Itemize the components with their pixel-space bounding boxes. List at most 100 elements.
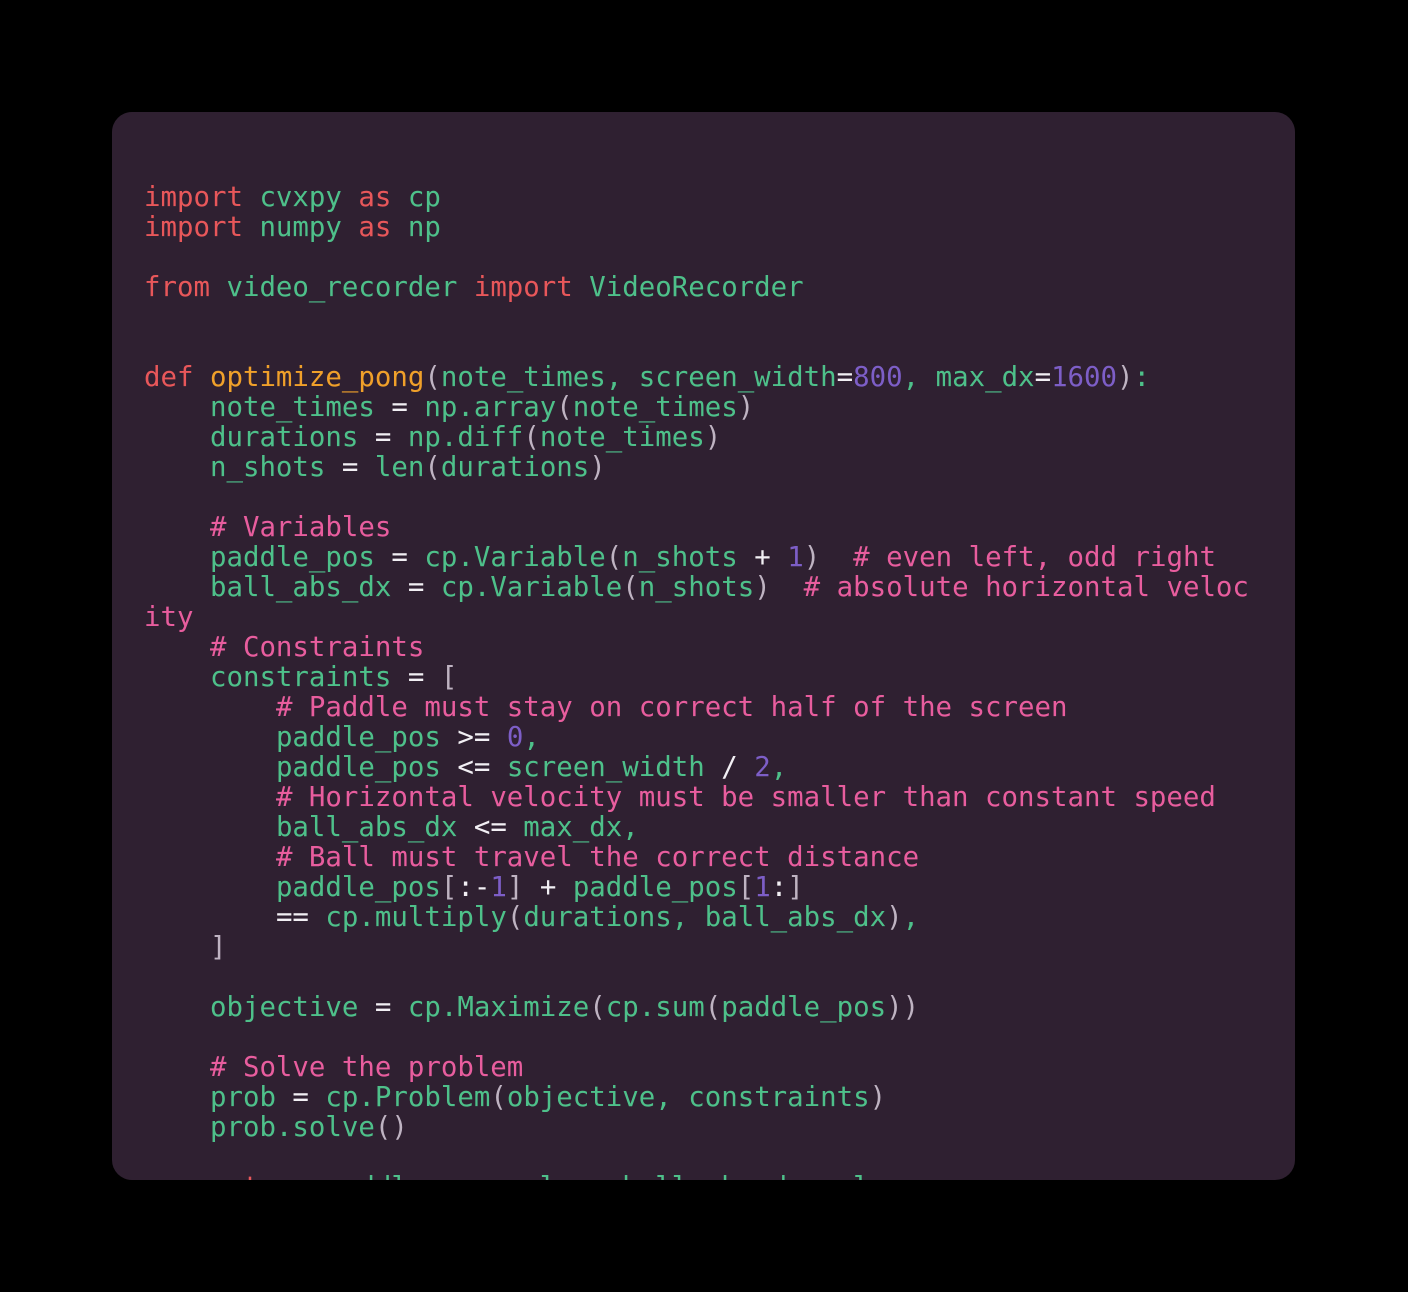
code-line: # Paddle must stay on correct half of th… — [144, 693, 1264, 723]
python-code-block[interactable]: import cvxpy as cp import numpy as np fr… — [144, 183, 1264, 1180]
code-token-brk: [ — [440, 872, 458, 904]
code-token-brk: ) — [754, 572, 771, 604]
code-token-num: 1 — [754, 872, 771, 904]
code-token-kw: as — [358, 182, 392, 214]
code-token-brk: ) — [1117, 362, 1134, 394]
code-token-kw: import — [473, 272, 573, 304]
code-token-pun: , — [902, 362, 936, 394]
code-line: import cvxpy as cp — [144, 183, 1264, 213]
code-token-id: prob — [144, 1082, 293, 1114]
code-token-id: note_times — [144, 392, 392, 424]
code-line: # Ball must travel the correct distance — [144, 843, 1264, 873]
code-token-op: = — [391, 392, 408, 424]
code-line: ball_abs_dx <= max_dx, — [144, 813, 1264, 843]
code-token-brk: ] — [506, 872, 524, 904]
code-token-pun: , — [671, 902, 705, 934]
code-token-brk: ) — [803, 542, 821, 574]
code-token-com: # even left, odd right — [820, 542, 1216, 574]
code-token-pun: : — [1133, 362, 1151, 394]
code-token-kw: import — [144, 212, 243, 244]
code-token-op: / — [721, 752, 738, 784]
code-token-kw: return — [144, 1172, 309, 1180]
code-line: return paddle_pos.value, ball_abs_dx.val… — [144, 1173, 1264, 1180]
code-token-fn: optimize_pong — [193, 362, 425, 394]
code-token-id: max_dx — [935, 362, 1035, 394]
code-token-op: = — [374, 992, 392, 1024]
code-token-brk: )) — [886, 992, 920, 1024]
code-token-brk: ( — [704, 992, 722, 1024]
code-token-id: np.diff — [391, 422, 524, 454]
code-token-op: = — [341, 452, 359, 484]
code-token-pun: , — [902, 902, 920, 934]
code-line: ] — [144, 933, 1264, 963]
code-token-op: == — [144, 902, 309, 934]
code-line: # Horizontal velocity must be smaller th… — [144, 783, 1264, 813]
code-token-id: video_recorder — [209, 272, 474, 304]
code-token-id: np.array — [407, 392, 557, 424]
code-token-op: = — [292, 1082, 309, 1114]
code-line: prob.solve() — [144, 1113, 1264, 1143]
code-token-id: ball_abs_dx — [144, 572, 408, 604]
code-line: durations = np.diff(note_times) — [144, 423, 1264, 453]
code-token-pun: , — [523, 722, 540, 754]
code-token-brk: ( — [506, 902, 524, 934]
code-token-op: = — [407, 662, 425, 694]
code-token-brk: ( — [424, 452, 441, 484]
code-token-op: = — [391, 542, 408, 574]
code-token-id: paddle_pos — [572, 872, 738, 904]
code-line: objective = cp.Maximize(cp.sum(paddle_po… — [144, 993, 1264, 1023]
code-token-id: note_times — [572, 392, 738, 424]
code-token-pun: , — [605, 362, 639, 394]
code-token-id: len — [358, 452, 425, 484]
code-token-com: # Solve the problem — [144, 1052, 524, 1084]
code-line: # Constraints — [144, 633, 1264, 663]
code-token-num: 1600 — [1051, 362, 1118, 394]
code-token-num: 1 — [490, 872, 507, 904]
code-token-id: cp.Variable — [407, 542, 606, 574]
code-token-brk: ( — [490, 1082, 507, 1114]
code-token-id: n_shots — [622, 542, 755, 574]
code-token-id: n_shots — [144, 452, 342, 484]
code-token-id: cp.Variable — [424, 572, 623, 604]
code-token-op: = — [407, 572, 425, 604]
code-token-op: >= — [457, 722, 491, 754]
code-token-brk: ) — [869, 1082, 887, 1114]
code-token-id: paddle_pos — [721, 992, 887, 1024]
code-token-id: note_times — [539, 422, 705, 454]
code-token-id: paddle_pos — [144, 722, 458, 754]
code-token-id: cp.Problem — [308, 1082, 491, 1114]
code-token-id: constraints — [688, 1082, 870, 1114]
code-token-com: # Paddle must stay on correct half of th… — [144, 692, 1068, 724]
code-token-pun: , — [622, 812, 639, 844]
code-token-id: np — [391, 212, 441, 244]
code-token-id: max_dx — [506, 812, 623, 844]
code-token-op: + — [523, 872, 573, 904]
code-line: note_times = np.array(note_times) — [144, 393, 1264, 423]
code-token-id: constraints — [144, 662, 408, 694]
code-token-op: <= — [473, 812, 507, 844]
code-line: import numpy as np — [144, 213, 1264, 243]
code-token-id: cp.Maximize — [391, 992, 590, 1024]
code-token-id: cp.sum — [605, 992, 705, 1024]
code-line: # Solve the problem — [144, 1053, 1264, 1083]
code-token-op: = — [836, 362, 854, 394]
code-line: paddle_pos >= 0, — [144, 723, 1264, 753]
code-token-id: numpy — [242, 212, 359, 244]
code-token-id: note_times — [440, 362, 606, 394]
code-token-op: = — [1034, 362, 1052, 394]
code-token-kw: from — [144, 272, 210, 304]
code-token-brk: ( — [556, 392, 573, 424]
code-line: n_shots = len(durations) — [144, 453, 1264, 483]
code-token-brk: ) — [589, 452, 606, 484]
code-token-id: paddle_pos — [144, 542, 392, 574]
code-token-id: cvxpy — [242, 182, 359, 214]
code-token-brk: ( — [424, 362, 441, 394]
code-snippet-card: import cvxpy as cp import numpy as np fr… — [112, 112, 1295, 1180]
code-token-brk: ) — [704, 422, 722, 454]
code-token-brk: ( — [605, 542, 623, 574]
code-token-id: paddle_pos — [144, 872, 441, 904]
code-token-brk: ( — [523, 422, 540, 454]
code-token-id: durations — [144, 422, 375, 454]
